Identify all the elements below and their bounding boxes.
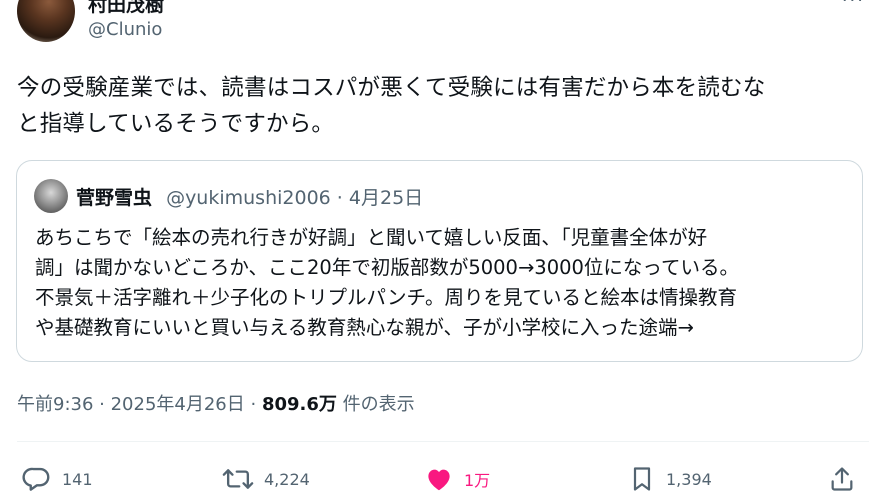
quote-separator: · [330,187,349,209]
bookmark-button[interactable]: 1,394 [628,462,712,496]
quote-avatar[interactable] [34,179,68,213]
like-count: 1万 [464,471,491,490]
quote-text-line: 不景気＋活字離れ＋少子化のトリプルパンチ。周りを見ていると絵本は情操教育 [35,286,738,309]
share-icon [831,467,853,491]
reply-button[interactable]: 141 [22,462,93,496]
like-button[interactable]: 1万 [424,462,490,496]
divider [17,441,869,442]
post-time[interactable]: 午前9:36 [17,394,93,415]
more-icon[interactable]: ··· [842,0,865,11]
reply-icon [22,467,50,491]
quote-author-name[interactable]: 菅野雪虫 [76,187,152,209]
views-label: 件の表示 [336,394,415,415]
tweet-meta: 午前9:36 · 2025年4月26日 · 809.6万 件の表示 [17,390,415,416]
post-date[interactable]: 2025年4月26日 [111,394,245,415]
meta-separator: · [93,394,111,415]
tweet-text-line: 今の受験産業では、読書はコスパが悪くて受験には有害だから本を読むな [17,75,766,101]
author-display-name[interactable]: 村田茂樹 [88,0,164,17]
retweet-icon [222,469,254,489]
quoted-tweet[interactable]: 菅野雪虫 @yukimushi2006 · 4月25日 あちこちで「絵本の売れ行… [16,160,863,362]
like-icon [428,469,450,491]
bookmark-icon [633,467,651,491]
view-count: 809.6万 [261,394,337,415]
quote-text-line: あちこちで「絵本の売れ行きが好調」と聞いて嬉しい反面、「児童書全体が好 [35,226,708,249]
quote-header: 菅野雪虫 @yukimushi2006 · 4月25日 [76,183,423,210]
retweet-count: 4,224 [264,469,310,489]
quote-author-handle[interactable]: @yukimushi2006 [166,187,331,209]
bookmark-count: 1,394 [666,469,712,489]
action-bar: 141 4,224 1万 1,394 [0,462,889,496]
share-button[interactable] [828,462,856,496]
quote-date[interactable]: 4月25日 [349,187,423,209]
reply-count: 141 [62,469,93,489]
quote-text-line: や基礎教育にいいと買い与える教育熱心な親が、子が小学校に入った途端→ [35,316,694,339]
quote-text: あちこちで「絵本の売れ行きが好調」と聞いて嬉しい反面、「児童書全体が好 調」は聞… [35,223,855,343]
quote-text-line: 調」は聞かないどころか、ここ20年で初版部数が5000→3000位になっている。 [35,256,739,279]
author-handle[interactable]: @Clunio [88,19,162,40]
meta-separator: · [244,394,262,415]
author-avatar[interactable] [17,0,75,42]
retweet-button[interactable]: 4,224 [222,462,310,496]
tweet-text-line: と指導しているそうですから。 [17,111,335,137]
tweet-text: 今の受験産業では、読書はコスパが悪くて受験には有害だから本を読むな と指導してい… [17,70,869,142]
